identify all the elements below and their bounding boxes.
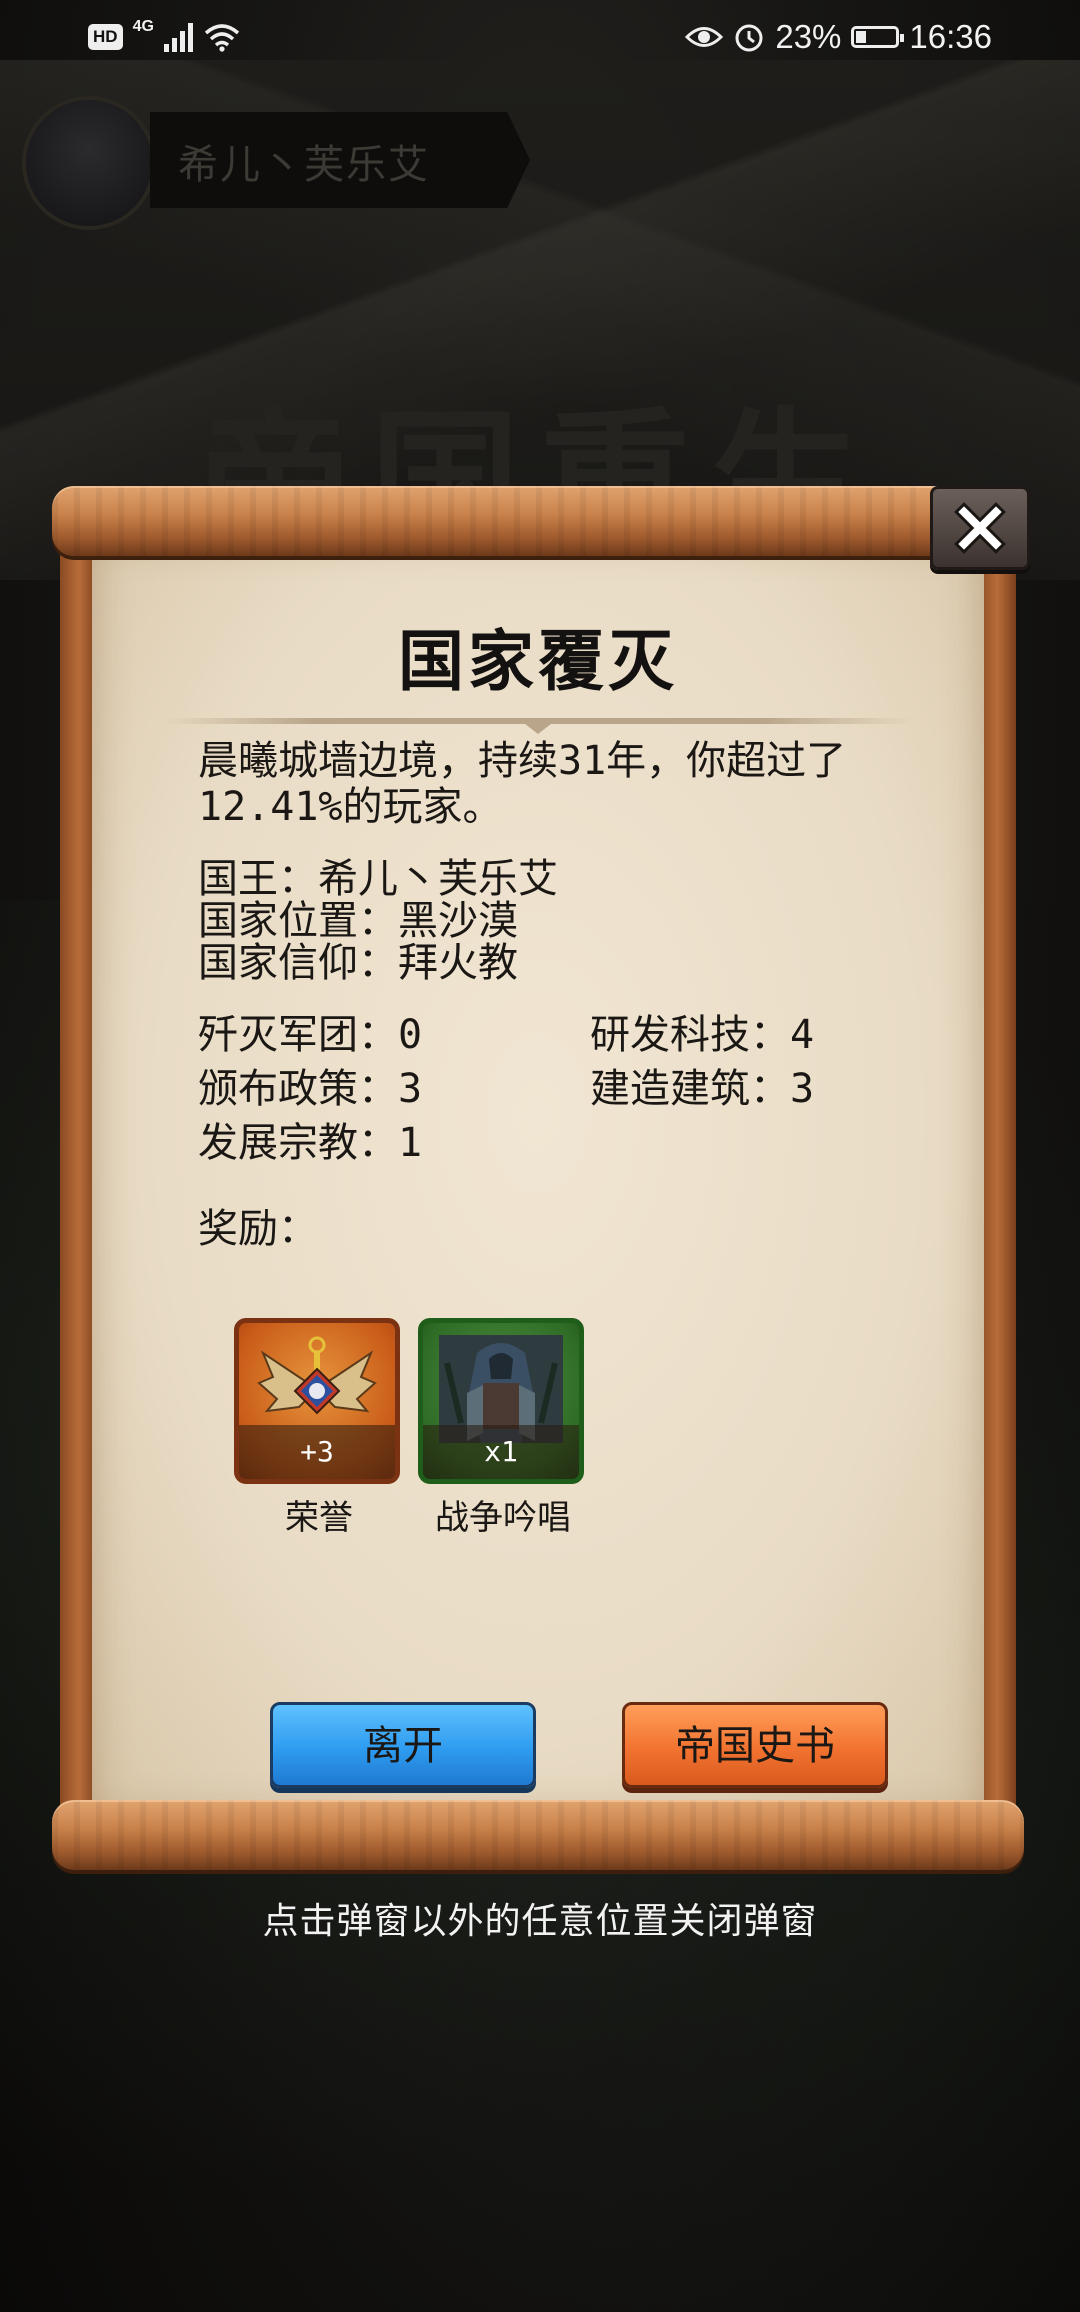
player-avatar: [22, 96, 156, 230]
reward-name: 荣誉: [285, 1498, 353, 1538]
summary-text: 晨曦城墙边境，持续31年，你超过了12.41%的玩家。: [198, 738, 847, 830]
eye-comfort-icon: [685, 27, 724, 47]
leave-button[interactable]: 离开: [270, 1702, 536, 1788]
scroll-rod-bottom: [52, 1800, 1024, 1870]
player-name: 希儿丶芙乐艾: [178, 142, 430, 188]
close-hint: 点击弹窗以外的任意位置关闭弹窗: [262, 1901, 818, 1942]
stat-buildings-built: 建造建筑：3: [590, 1066, 815, 1112]
battery-percent: 23%: [775, 18, 842, 55]
reward-name: 战争吟唱: [435, 1498, 571, 1538]
fall-of-nation-dialog: 国家覆灭 晨曦城墙边境，持续31年，你超过了12.41%的玩家。 国王：希儿丶芙…: [52, 486, 1024, 1870]
location-line: 国家位置：黑沙漠: [198, 898, 518, 944]
game-screen: 希儿丶芙乐艾 帝国重生 HD 4G 23% 16:36 国家覆灭 晨曦城墙边境，…: [0, 0, 1080, 2312]
empire-history-button[interactable]: 帝国史书: [622, 1702, 888, 1788]
hd-indicator: HD: [88, 24, 123, 50]
status-bar: HD 4G 23% 16:36: [0, 0, 1080, 80]
reward-icon-frame[interactable]: x1: [418, 1318, 584, 1484]
clock: 16:36: [909, 18, 992, 55]
stat-tech-researched: 研发科技：4: [590, 1012, 815, 1058]
alarm-icon: [735, 24, 763, 52]
reward-item[interactable]: +3 荣誉: [234, 1318, 404, 1539]
stat-religions-developed: 发展宗教：1: [198, 1120, 423, 1166]
close-button[interactable]: [930, 486, 1030, 570]
signal-icon: [163, 22, 193, 52]
reward-item[interactable]: x1 战争吟唱: [418, 1318, 588, 1539]
title-divider: [162, 718, 914, 734]
reward-icon-frame[interactable]: +3: [234, 1318, 400, 1484]
close-icon: [954, 502, 1006, 554]
reward-count: x1: [423, 1425, 579, 1479]
faith-line: 国家信仰：拜火教: [198, 940, 518, 986]
scroll-paper: 国家覆灭 晨曦城墙边境，持续31年，你超过了12.41%的玩家。 国王：希儿丶芙…: [92, 538, 984, 1818]
dialog-title: 国家覆灭: [398, 623, 678, 700]
network-type: 4G: [132, 18, 154, 35]
battery-icon: [851, 26, 905, 48]
rewards-label: 奖励：: [198, 1206, 318, 1252]
stat-policies-issued: 颁布政策：3: [198, 1066, 423, 1112]
reward-count: +3: [239, 1425, 395, 1479]
wifi-icon: [204, 24, 240, 52]
king-line: 国王：希儿丶芙乐艾: [198, 856, 558, 902]
stat-armies-destroyed: 歼灭军团：0: [198, 1012, 423, 1058]
scroll-rod-top: [52, 486, 1024, 556]
